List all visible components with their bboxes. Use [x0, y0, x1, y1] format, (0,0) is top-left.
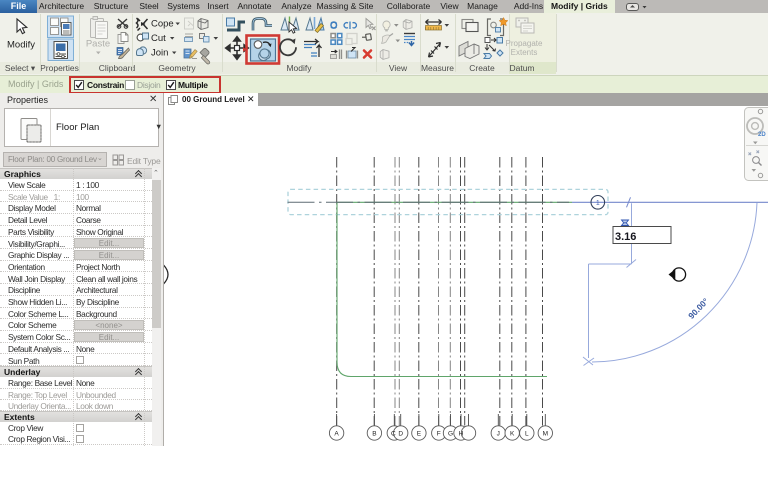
svg-text:Modify: Modify	[7, 40, 35, 51]
svg-text:1: 1	[596, 200, 600, 207]
svg-text:Cut: Cut	[151, 33, 166, 44]
svg-text:L: L	[525, 430, 529, 437]
svg-text:Join: Join	[151, 48, 168, 59]
svg-text:J: J	[497, 430, 500, 437]
svg-text:A: A	[334, 430, 339, 437]
svg-text:K: K	[510, 430, 515, 437]
svg-text:D: D	[398, 430, 403, 437]
svg-text:C: C	[391, 430, 396, 437]
svg-text:Cope: Cope	[151, 19, 174, 30]
svg-text:H: H	[459, 430, 464, 437]
svg-text:3.16: 3.16	[615, 231, 636, 243]
svg-text:M: M	[543, 430, 548, 437]
svg-text:B: B	[372, 430, 376, 437]
svg-text:2D: 2D	[758, 132, 766, 138]
svg-text:Propagate: Propagate	[506, 39, 543, 48]
svg-text:F: F	[437, 430, 441, 437]
svg-text:E: E	[417, 430, 422, 437]
svg-text:Paste: Paste	[86, 39, 110, 50]
svg-text:G: G	[448, 430, 453, 437]
svg-text:90.00°: 90.00°	[686, 296, 711, 321]
svg-text:Extents: Extents	[511, 48, 538, 57]
